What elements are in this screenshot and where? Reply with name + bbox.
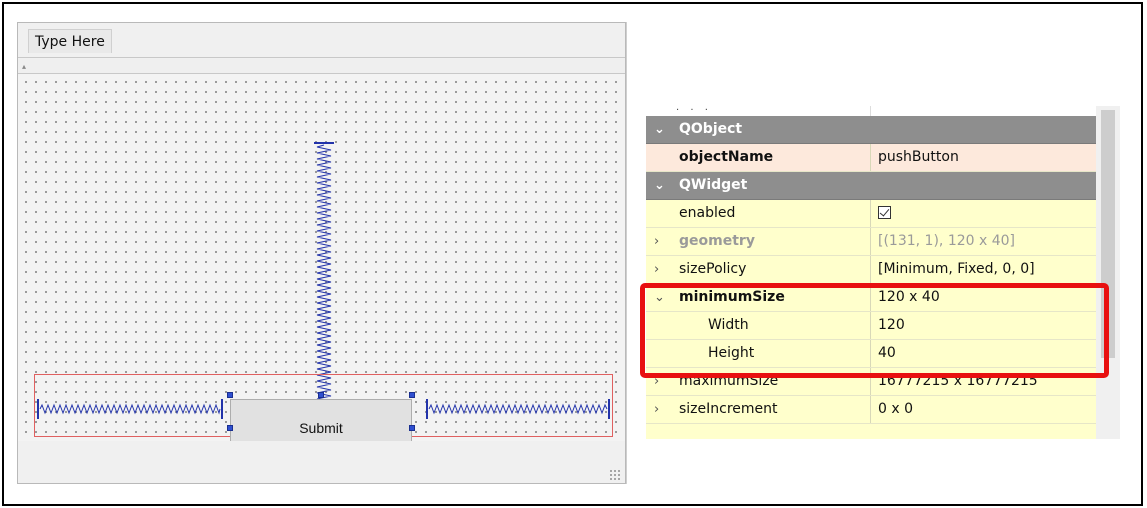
property-value[interactable]: 120 x 40 [870,284,1096,311]
resize-handle-right[interactable] [409,425,415,431]
design-canvas[interactable]: Submit [18,74,625,474]
property-row-objectname[interactable]: objectName pushButton [646,144,1096,172]
property-editor: . . . ⌄ QObject objectName pushButton ⌄ … [646,106,1096,439]
property-value[interactable]: 120 [870,312,1096,339]
property-name: Height [708,345,755,361]
truncated-row-dots: . . . [676,106,712,113]
enabled-checkbox[interactable] [878,206,891,219]
property-name: maximumSize [679,373,779,389]
property-row-minimumsize[interactable]: ⌄ minimumSize 120 x 40 [646,284,1096,312]
property-name: geometry [679,233,755,249]
property-name: sizePolicy [679,261,747,277]
category-value [870,172,1096,199]
property-value[interactable]: 40 [870,340,1096,367]
property-row-maximumsize[interactable]: › maximumSize 16777215 x 16777215 [646,368,1096,396]
property-value [870,200,1096,227]
resize-handle-left[interactable] [227,425,233,431]
property-name: enabled [679,205,736,221]
pane-divider [626,22,627,484]
scrollbar-thumb[interactable] [1101,110,1115,358]
property-row-enabled[interactable]: enabled [646,200,1096,228]
horizontal-spacer-right[interactable] [425,398,611,420]
property-value[interactable]: pushButton [870,144,1096,171]
property-row-partial [646,424,1096,439]
property-editor-scrollbar[interactable] [1096,106,1120,439]
property-name: minimumSize [679,289,785,305]
grip-icon: ▴ [22,62,27,71]
property-value[interactable]: [Minimum, Fixed, 0, 0] [870,256,1096,283]
category-value [870,116,1096,143]
menu-separator [18,57,625,58]
category-label: QObject [679,121,743,137]
property-value[interactable]: 0 x 0 [870,396,1096,423]
property-value[interactable]: 16777215 x 16777215 [870,368,1096,395]
property-name: sizeIncrement [679,401,778,417]
menu-item-type-here[interactable]: Type Here [28,29,112,53]
column-divider [870,106,871,116]
category-label: QWidget [679,177,748,193]
property-row-sizepolicy[interactable]: › sizePolicy [Minimum, Fixed, 0, 0] [646,256,1096,284]
form-footer [18,441,625,483]
property-row-width[interactable]: Width 120 [646,312,1096,340]
form-designer: Type Here ▴ Submit [17,22,626,484]
property-editor-top: . . . [646,106,1096,116]
property-name: objectName [679,149,774,165]
property-row-geometry[interactable]: › geometry [(131, 1), 120 x 40] [646,228,1096,256]
resize-handle-top-left[interactable] [227,392,233,398]
horizontal-spacer-left[interactable] [36,398,224,420]
property-row-sizeincrement[interactable]: › sizeIncrement 0 x 0 [646,396,1096,424]
property-name: Width [708,317,749,333]
property-value[interactable]: [(131, 1), 120 x 40] [870,228,1096,255]
menu-bar: Type Here [18,23,625,57]
size-grip-icon[interactable] [609,469,621,481]
toolbar-area: ▴ [18,59,625,74]
resize-handle-top-right[interactable] [409,392,415,398]
resize-handle-top[interactable] [318,392,324,398]
property-row-height[interactable]: Height 40 [646,340,1096,368]
category-qobject[interactable]: ⌄ QObject [646,116,1096,144]
category-qwidget[interactable]: ⌄ QWidget [646,172,1096,200]
